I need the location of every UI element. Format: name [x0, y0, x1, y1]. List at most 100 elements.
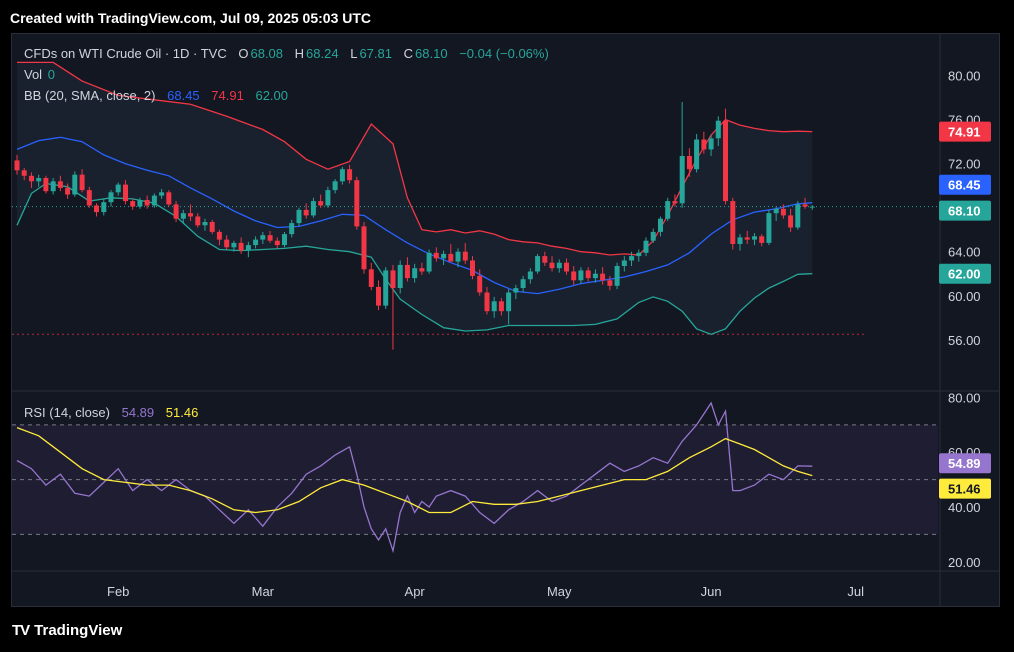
- chart-area[interactable]: 80.00 76.00 72.00 64.00 60.00 56.00 80.00 60.00…: [11, 33, 1000, 607]
- brand-name: TradingView: [34, 622, 123, 639]
- candle-body: [137, 200, 143, 207]
- close-label: C: [403, 46, 414, 61]
- candle-body: [202, 222, 208, 226]
- price-tick-label: 80.00: [948, 69, 981, 84]
- candle-body: [744, 237, 750, 240]
- candle-body: [274, 240, 280, 246]
- candle-body: [404, 264, 410, 279]
- volume-value: 0: [47, 67, 55, 82]
- candle-body: [86, 190, 92, 206]
- candle-body: [325, 190, 331, 206]
- badge-rsi: 54.89: [939, 453, 991, 474]
- candle-body: [780, 208, 786, 216]
- candle-body: [260, 235, 266, 240]
- candle-body: [108, 192, 114, 203]
- candle-body: [159, 192, 165, 196]
- candle-body: [498, 301, 504, 312]
- rsi-legend: RSI (14, close) 54.89 51.46: [24, 405, 200, 420]
- close-value: 68.10: [415, 46, 448, 61]
- candle-body: [14, 160, 20, 171]
- candle-body: [737, 237, 743, 244]
- chart-svg[interactable]: 80.0076.0072.0064.0060.0056.0080.0060.00…: [12, 34, 999, 606]
- candle-body: [636, 252, 642, 257]
- candle-body: [629, 256, 635, 261]
- candle-body: [614, 266, 620, 286]
- candle-body: [318, 201, 324, 206]
- time-tick-label: Mar: [252, 584, 275, 599]
- candle-body: [216, 231, 222, 240]
- bb-upper-value: 74.91: [211, 88, 244, 103]
- candle-body: [419, 268, 425, 272]
- candle-body: [253, 239, 259, 246]
- low-value: 67.81: [359, 46, 392, 61]
- candle-body: [600, 273, 606, 281]
- bb-lower-value: 62.00: [255, 88, 289, 103]
- candle-body: [397, 264, 403, 288]
- badge-rsi-ma-text: 51.46: [948, 482, 981, 497]
- candle-body: [802, 204, 808, 207]
- candle-body: [180, 213, 186, 219]
- rsi-tick-label: 20.00: [948, 555, 981, 570]
- candle-body: [390, 270, 396, 288]
- volume-label: Vol: [24, 67, 43, 82]
- candle: [383, 267, 389, 309]
- rsi-tick-label: 80.00: [948, 390, 981, 405]
- high-value: 68.24: [306, 46, 339, 61]
- tradingview-logo-icon: TV: [12, 622, 30, 639]
- candle-body: [123, 184, 128, 202]
- candle-body: [484, 292, 490, 312]
- candle: [665, 197, 671, 221]
- candle-body: [65, 187, 71, 195]
- rsi-label: RSI (14, close): [24, 405, 110, 420]
- candle-body: [752, 236, 757, 240]
- candle-body: [209, 222, 215, 232]
- candle-body: [542, 256, 548, 263]
- candle-body: [585, 270, 591, 279]
- candle-body: [296, 209, 302, 224]
- candle-body: [383, 270, 389, 306]
- candle-body: [723, 120, 728, 202]
- candle-body: [694, 139, 700, 170]
- price-tick-label: 56.00: [948, 333, 981, 348]
- candle-body: [282, 234, 287, 246]
- price-tick-label: 72.00: [948, 157, 981, 172]
- candle-body: [354, 180, 360, 227]
- badge-rsi-text: 54.89: [948, 456, 981, 471]
- candle-body: [470, 260, 475, 276]
- candle-body: [448, 253, 454, 262]
- candle-body: [506, 292, 512, 312]
- candle-body: [29, 175, 34, 182]
- candle-body: [72, 174, 78, 195]
- candle-body: [556, 262, 562, 269]
- candle-body: [773, 208, 779, 214]
- candle-body: [347, 169, 353, 181]
- high-label: H: [294, 46, 305, 61]
- candle-body: [578, 270, 584, 281]
- candle-body: [701, 139, 707, 150]
- candle-body: [224, 239, 230, 248]
- candle-body: [36, 178, 42, 182]
- candle-body: [339, 169, 345, 182]
- badge-basis-text: 68.45: [948, 178, 981, 193]
- candle-body: [708, 138, 714, 150]
- candle-body: [245, 245, 251, 251]
- candle-body: [809, 206, 815, 208]
- candle: [614, 262, 620, 290]
- candle-body: [412, 268, 418, 279]
- candle-body: [621, 260, 627, 266]
- candle-body: [650, 231, 656, 241]
- candle-body: [549, 262, 555, 269]
- candle-body: [535, 256, 541, 272]
- bb-fill: [17, 62, 813, 335]
- candle-body: [43, 178, 49, 192]
- candle-body: [433, 252, 439, 259]
- candle: [730, 197, 736, 250]
- candle: [166, 190, 172, 207]
- candle: [694, 133, 700, 173]
- candle-body: [332, 181, 338, 191]
- candle-body: [21, 170, 27, 176]
- candle-body: [520, 279, 526, 288]
- candle: [72, 171, 78, 197]
- tradingview-brand[interactable]: TV TradingView: [12, 622, 122, 639]
- candle-body: [571, 271, 577, 281]
